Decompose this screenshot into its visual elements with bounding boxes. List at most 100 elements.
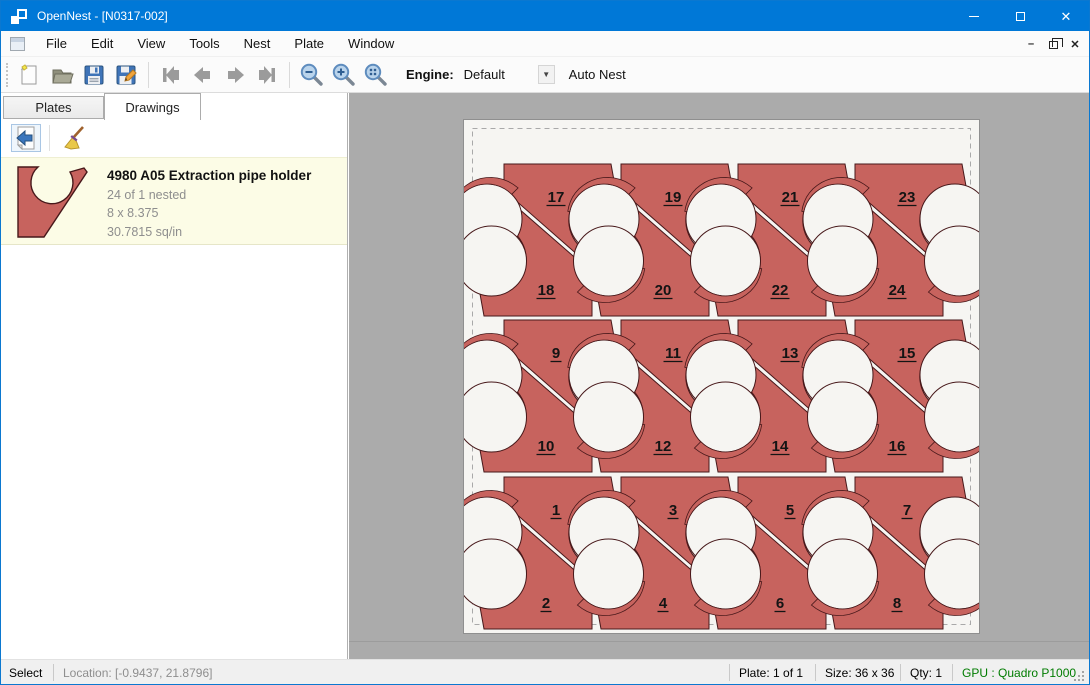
engine-dropdown-button[interactable]: ▼ (538, 65, 555, 84)
resize-grip[interactable] (1073, 670, 1085, 685)
svg-text:20: 20 (655, 282, 672, 299)
svg-text:12: 12 (655, 438, 672, 455)
svg-text:14: 14 (772, 438, 789, 455)
go-last-icon (254, 63, 280, 87)
sidebar-tabs: Plates Drawings (1, 93, 347, 119)
nest-canvas[interactable]: 171819202122232491011121314151612345678 (349, 93, 1089, 659)
save-edit-icon (114, 63, 138, 87)
clear-button[interactable] (60, 124, 90, 152)
mdi-close-button[interactable]: ✕ (1067, 36, 1083, 52)
mdi-minimize-button[interactable]: – (1023, 36, 1039, 52)
status-gpu: GPU : Quadro P1000 (962, 660, 1076, 685)
toolbar-grip[interactable] (6, 63, 8, 87)
mdi-document-icon[interactable] (10, 37, 25, 51)
menu-tools[interactable]: Tools (177, 31, 231, 57)
back-page-icon (15, 126, 37, 150)
app-icon (11, 9, 27, 24)
svg-text:13: 13 (782, 345, 799, 362)
open-icon (50, 63, 74, 87)
svg-text:15: 15 (899, 345, 916, 362)
toolbar-separator (148, 62, 149, 88)
status-separator (900, 664, 901, 681)
toolbar-separator (289, 62, 290, 88)
drawing-list-item[interactable]: 4980 A05 Extraction pipe holder 24 of 1 … (1, 157, 347, 245)
window-title: OpenNest - [N0317-002] (37, 9, 168, 23)
go-previous-button[interactable] (187, 60, 219, 90)
status-location: Location: [-0.9437, 21.8796] (63, 660, 212, 685)
go-last-button[interactable] (251, 60, 283, 90)
mdi-restore-icon (1049, 41, 1058, 49)
svg-text:6: 6 (776, 595, 784, 612)
close-icon: ✕ (1061, 10, 1072, 23)
status-mode: Select (9, 660, 42, 685)
menu-view[interactable]: View (125, 31, 177, 57)
svg-text:2: 2 (542, 595, 550, 612)
part-thumbnail (13, 163, 101, 241)
svg-text:19: 19 (665, 189, 682, 206)
nest-layout: 171819202122232491011121314151612345678 (464, 120, 979, 638)
menu-plate[interactable]: Plate (282, 31, 336, 57)
maximize-icon (1016, 12, 1025, 21)
zoom-fit-icon (363, 62, 389, 88)
new-button[interactable] (14, 60, 46, 90)
drawing-title: 4980 A05 Extraction pipe holder (107, 168, 311, 183)
save-icon (82, 63, 106, 87)
sidebar: Plates Drawings 4980 A05 Extraction pipe… (1, 93, 348, 659)
zoom-in-button[interactable] (328, 60, 360, 90)
svg-text:21: 21 (782, 189, 799, 206)
svg-text:4: 4 (659, 595, 668, 612)
menu-window[interactable]: Window (336, 31, 406, 57)
menu-nest[interactable]: Nest (232, 31, 283, 57)
zoom-out-icon (299, 62, 325, 88)
status-separator (729, 664, 730, 681)
save-edit-button[interactable] (110, 60, 142, 90)
status-bar: Select Location: [-0.9437, 21.8796] Plat… (1, 659, 1089, 684)
svg-text:16: 16 (889, 438, 906, 455)
engine-label: Engine: (406, 67, 454, 82)
menu-edit[interactable]: Edit (79, 31, 125, 57)
chevron-down-icon: ▼ (542, 70, 550, 79)
go-previous-icon (190, 63, 216, 87)
minimize-icon (969, 16, 979, 17)
clear-broom-icon (62, 125, 88, 151)
minimize-button[interactable] (951, 1, 997, 31)
plate-sheet[interactable]: 171819202122232491011121314151612345678 (463, 119, 980, 634)
svg-text:23: 23 (899, 189, 916, 206)
drawing-area: 30.7815 sq/in (107, 225, 311, 239)
svg-text:9: 9 (552, 345, 560, 362)
close-button[interactable]: ✕ (1043, 1, 1089, 31)
maximize-button[interactable] (997, 1, 1043, 31)
open-button[interactable] (46, 60, 78, 90)
auto-nest-button[interactable]: Auto Nest (569, 67, 626, 82)
menu-file[interactable]: File (34, 31, 79, 57)
main-toolbar: Engine: Default ▼ Auto Nest (1, 57, 1089, 93)
svg-text:11: 11 (665, 345, 681, 362)
zoom-out-button[interactable] (296, 60, 328, 90)
go-first-icon (158, 63, 184, 87)
status-plate: Plate: 1 of 1 (739, 660, 803, 685)
save-button[interactable] (78, 60, 110, 90)
engine-select-value[interactable]: Default (464, 67, 536, 82)
svg-text:17: 17 (548, 189, 565, 206)
sidebar-toolbar (1, 119, 347, 157)
go-next-button[interactable] (219, 60, 251, 90)
new-icon (18, 63, 42, 87)
mdi-restore-button[interactable] (1045, 36, 1061, 52)
tab-plates[interactable]: Plates (3, 96, 104, 119)
svg-text:8: 8 (893, 595, 901, 612)
go-first-button[interactable] (155, 60, 187, 90)
zoom-fit-button[interactable] (360, 60, 392, 90)
drawing-dimensions: 8 x 8.375 (107, 206, 311, 220)
status-separator (952, 664, 953, 681)
send-back-button[interactable] (11, 124, 41, 152)
svg-text:1: 1 (552, 502, 560, 519)
svg-text:3: 3 (669, 502, 677, 519)
svg-text:5: 5 (786, 502, 794, 519)
sidebar-toolbar-separator (49, 125, 50, 151)
status-separator (815, 664, 816, 681)
title-bar: OpenNest - [N0317-002] ✕ (1, 1, 1089, 31)
tab-drawings[interactable]: Drawings (104, 93, 201, 120)
svg-text:22: 22 (772, 282, 789, 299)
status-size: Size: 36 x 36 (825, 660, 894, 685)
drawing-nested-count: 24 of 1 nested (107, 188, 311, 202)
